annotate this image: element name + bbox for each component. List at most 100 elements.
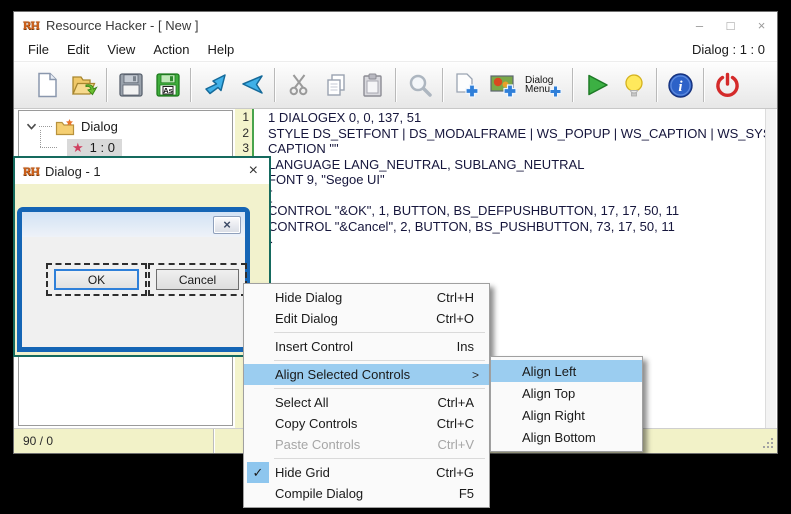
exit-button[interactable] (709, 65, 746, 105)
menu-item-copy-controls[interactable]: Copy Controls Ctrl+C (244, 413, 489, 434)
edited-dialog-frame[interactable]: × OK Cancel (17, 207, 250, 352)
menu-item-select-all[interactable]: Select All Ctrl+A (244, 392, 489, 413)
save-as-button[interactable]: As (149, 65, 186, 105)
menu-item-align-selected-controls[interactable]: Align Selected Controls > (244, 364, 489, 385)
power-icon (714, 72, 741, 99)
toolbar-separator (572, 68, 574, 102)
toolbar-separator (442, 68, 444, 102)
run-button[interactable] (578, 65, 615, 105)
menu-item-label: Compile Dialog (275, 486, 363, 501)
chevron-down-icon[interactable] (26, 121, 37, 132)
menu-edit[interactable]: Edit (58, 40, 98, 59)
find-button[interactable] (401, 65, 438, 105)
desktop-background: { "window": { "logo": "RH", "title": "Re… (0, 0, 791, 514)
open-file-button[interactable] (65, 65, 102, 105)
editor-scrollbar[interactable] (765, 109, 776, 428)
menu-item-shortcut: Ctrl+O (436, 311, 474, 326)
selection-marquee[interactable]: Cancel (148, 263, 247, 296)
menu-item-label: Hide Dialog (275, 290, 342, 305)
tips-button[interactable] (615, 65, 652, 105)
resize-grip[interactable] (762, 438, 773, 449)
line-number: 3 (235, 141, 252, 157)
menu-item-insert-control[interactable]: Insert Control Ins (244, 336, 489, 357)
close-button[interactable]: × (746, 12, 777, 38)
resource-context-label: Dialog : 1 : 0 (692, 42, 765, 57)
submenu-arrow-icon: > (472, 368, 479, 382)
tree-connector (40, 130, 41, 147)
blue-arrow-button[interactable] (196, 65, 233, 105)
selected-tree-item[interactable]: ★ 1 : 0 (67, 139, 122, 156)
tree-connector (39, 126, 52, 127)
code-line: CONTROL "&OK", 1, BUTTON, BS_DEFPUSHBUTT… (256, 203, 766, 219)
menu-item-paste-controls[interactable]: Paste Controls Ctrl+V (244, 434, 489, 455)
code-line: { (256, 188, 766, 204)
maximize-button[interactable]: □ (715, 12, 746, 38)
submenu-item-align-left[interactable]: Align Left (491, 360, 642, 382)
menu-view[interactable]: View (98, 40, 144, 59)
cancel-button[interactable]: Cancel (156, 269, 239, 290)
menu-item-hide-grid[interactable]: ✓ Hide Grid Ctrl+G (244, 462, 489, 483)
tree-node-resource[interactable]: ★ 1 : 0 (19, 137, 232, 158)
menu-item-compile-dialog[interactable]: Compile Dialog F5 (244, 483, 489, 504)
preview-title-bar[interactable]: RH Dialog - 1 × (15, 158, 269, 184)
copy-button[interactable] (317, 65, 354, 105)
preview-close-button[interactable]: × (249, 163, 269, 179)
toolbar-separator (395, 68, 397, 102)
toolbar-separator (190, 68, 192, 102)
submenu-item-align-top[interactable]: Align Top (491, 382, 642, 404)
menu-bar: File Edit View Action Help Dialog : 1 : … (14, 38, 777, 61)
ok-button[interactable]: OK (54, 269, 139, 290)
tree-node-dialog[interactable]: Dialog (19, 116, 232, 137)
menu-action[interactable]: Action (144, 40, 198, 59)
toolbar-separator (703, 68, 705, 102)
save-button[interactable] (112, 65, 149, 105)
menu-item-label: Edit Dialog (275, 311, 338, 326)
blue-flag-button[interactable] (233, 65, 270, 105)
align-submenu: Align Left Align Top Align Right Align B… (490, 356, 643, 452)
save-as-floppy-icon: As (155, 72, 181, 98)
menu-item-edit-dialog[interactable]: Edit Dialog Ctrl+O (244, 308, 489, 329)
menu-item-label: Align Top (522, 386, 575, 401)
blue-arrow-icon (201, 72, 229, 98)
menu-item-hide-dialog[interactable]: Hide Dialog Ctrl+H (244, 287, 489, 308)
add-image-button[interactable] (485, 65, 522, 105)
code-line: CAPTION "" (256, 141, 766, 157)
menu-file[interactable]: File (19, 40, 58, 59)
selection-marquee[interactable]: OK (46, 263, 147, 296)
tree-node-label: 1 : 0 (90, 140, 115, 155)
add-resource-button[interactable] (448, 65, 485, 105)
menu-separator (274, 360, 485, 361)
menu-item-shortcut: Ctrl+H (437, 290, 474, 305)
copy-icon (323, 72, 349, 98)
minimize-button[interactable]: – (684, 12, 715, 38)
line-number: 2 (235, 126, 252, 142)
edited-dialog-body[interactable]: OK Cancel (22, 237, 245, 335)
window-controls: – □ × (684, 12, 777, 38)
submenu-item-align-bottom[interactable]: Align Bottom (491, 426, 642, 448)
dialog-menu-button[interactable]: Dialog Menu (522, 65, 568, 105)
cut-button[interactable] (280, 65, 317, 105)
edited-dialog-close-button[interactable]: × (213, 216, 241, 234)
edited-dialog-caption[interactable]: × (22, 212, 245, 237)
preview-window-title: Dialog - 1 (45, 164, 101, 179)
paste-button[interactable] (354, 65, 391, 105)
dialog-preview-window: RH Dialog - 1 × × OK Cancel (13, 156, 271, 357)
code-line: LANGUAGE LANG_NEUTRAL, SUBLANG_NEUTRAL (256, 157, 766, 173)
new-file-button[interactable] (28, 65, 65, 105)
checkmark-icon: ✓ (247, 462, 269, 483)
title-bar[interactable]: RH Resource Hacker - [ New ] – □ × (14, 12, 777, 38)
submenu-item-align-right[interactable]: Align Right (491, 404, 642, 426)
menu-item-shortcut: Ins (457, 339, 474, 354)
blue-flag-icon (238, 72, 266, 98)
menu-item-shortcut: Ctrl+A (438, 395, 474, 410)
app-logo-icon: RH (23, 18, 39, 33)
window-title: Resource Hacker - [ New ] (46, 18, 198, 33)
about-button[interactable]: i (662, 65, 699, 105)
folder-star-icon (55, 118, 75, 136)
menu-help[interactable]: Help (198, 40, 243, 59)
app-logo-icon: RH (23, 164, 39, 179)
code-line: 1 DIALOGEX 0, 0, 137, 51 (256, 110, 766, 126)
tree-connector (40, 147, 57, 148)
info-icon: i (667, 72, 694, 99)
open-folder-icon (70, 72, 98, 98)
